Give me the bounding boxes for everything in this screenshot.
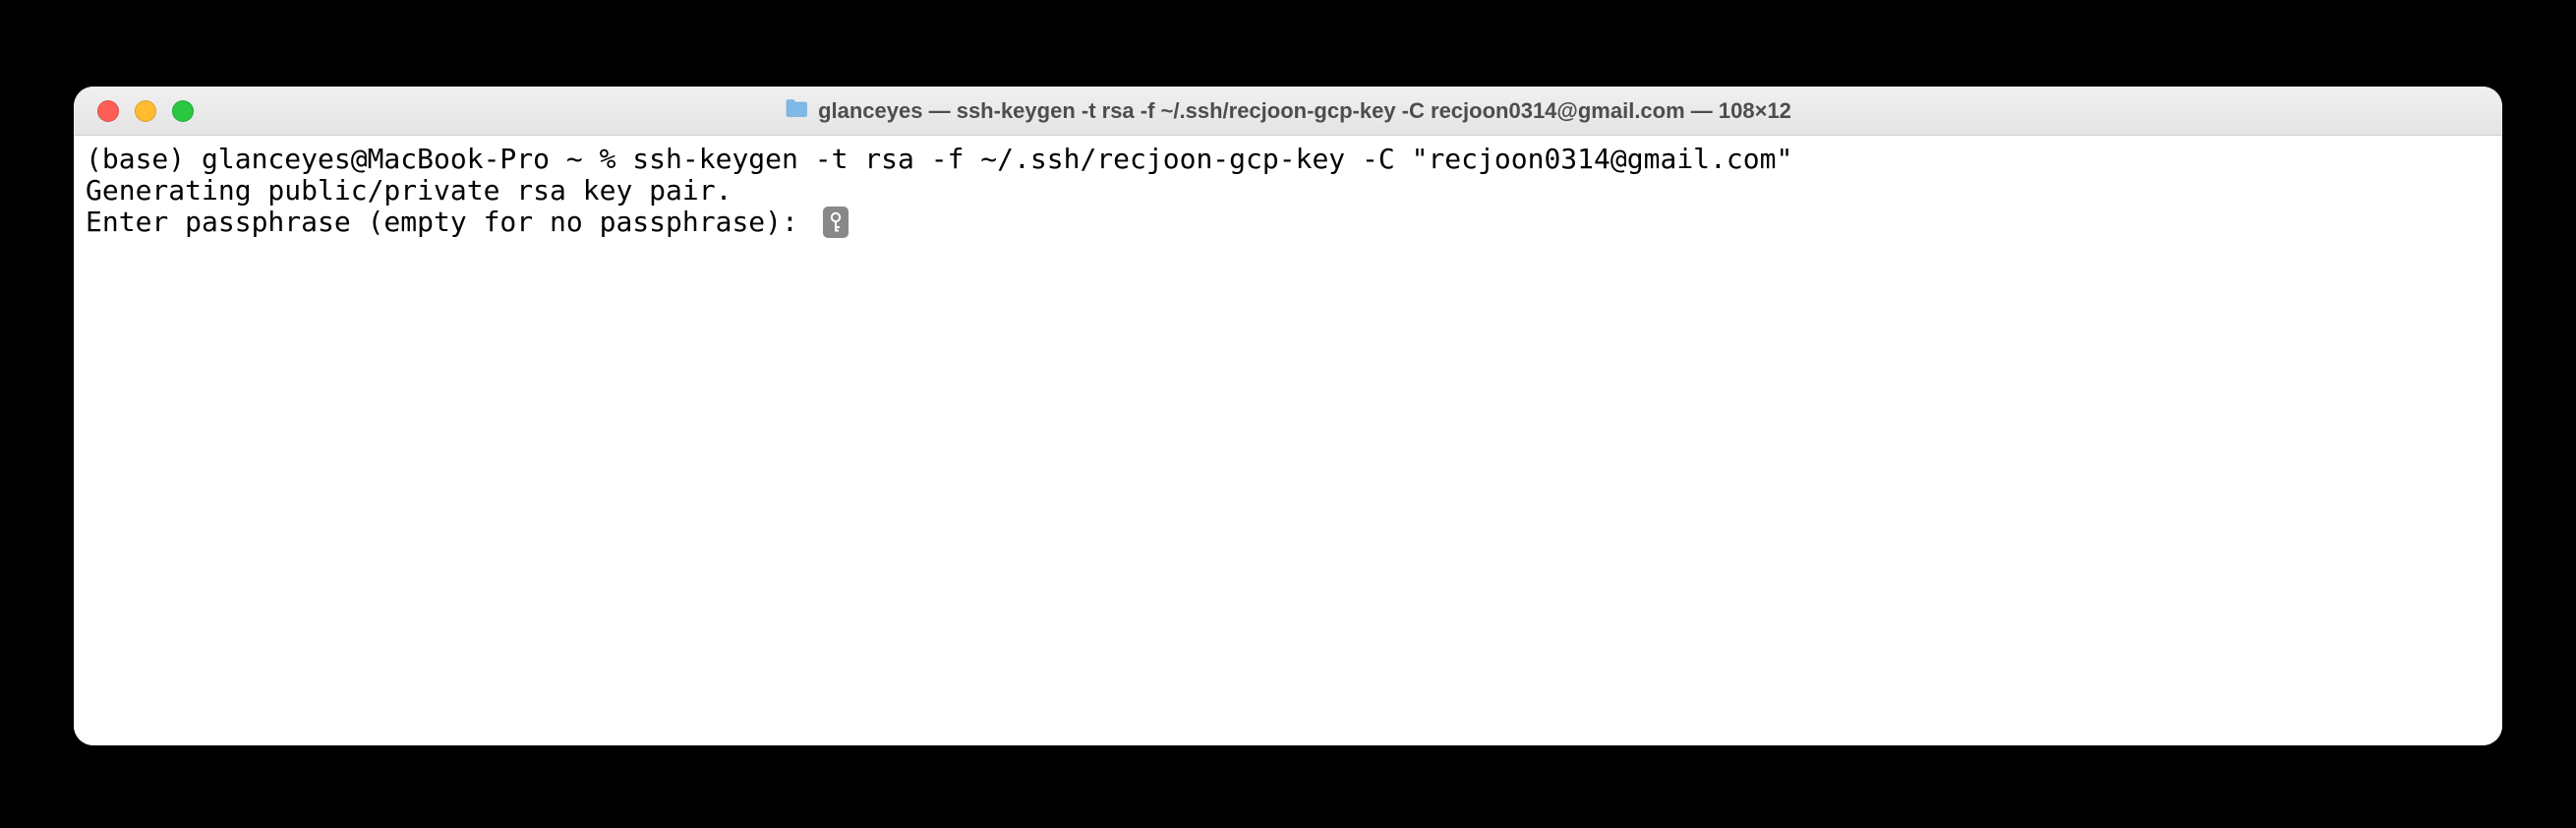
key-icon (823, 207, 849, 238)
terminal-body[interactable]: (base) glanceyes@MacBook-Pro ~ % ssh-key… (74, 136, 2502, 745)
terminal-line: Generating public/private rsa key pair. (86, 175, 2490, 207)
maximize-button[interactable] (172, 100, 194, 122)
window-title: glanceyes — ssh-keygen -t rsa -f ~/.ssh/… (93, 98, 2483, 124)
terminal-text: (base) glanceyes@MacBook-Pro ~ % ssh-key… (86, 144, 1792, 175)
title-bar: glanceyes — ssh-keygen -t rsa -f ~/.ssh/… (74, 87, 2502, 136)
terminal-window: glanceyes — ssh-keygen -t rsa -f ~/.ssh/… (74, 87, 2502, 745)
traffic-lights (97, 100, 194, 122)
terminal-line: Enter passphrase (empty for no passphras… (86, 207, 2490, 238)
terminal-line: (base) glanceyes@MacBook-Pro ~ % ssh-key… (86, 144, 2490, 175)
close-button[interactable] (97, 100, 119, 122)
minimize-button[interactable] (135, 100, 156, 122)
window-title-text: glanceyes — ssh-keygen -t rsa -f ~/.ssh/… (818, 98, 1791, 124)
terminal-text: Generating public/private rsa key pair. (86, 175, 732, 207)
folder-icon (785, 98, 808, 124)
terminal-text: Enter passphrase (empty for no passphras… (86, 207, 815, 238)
